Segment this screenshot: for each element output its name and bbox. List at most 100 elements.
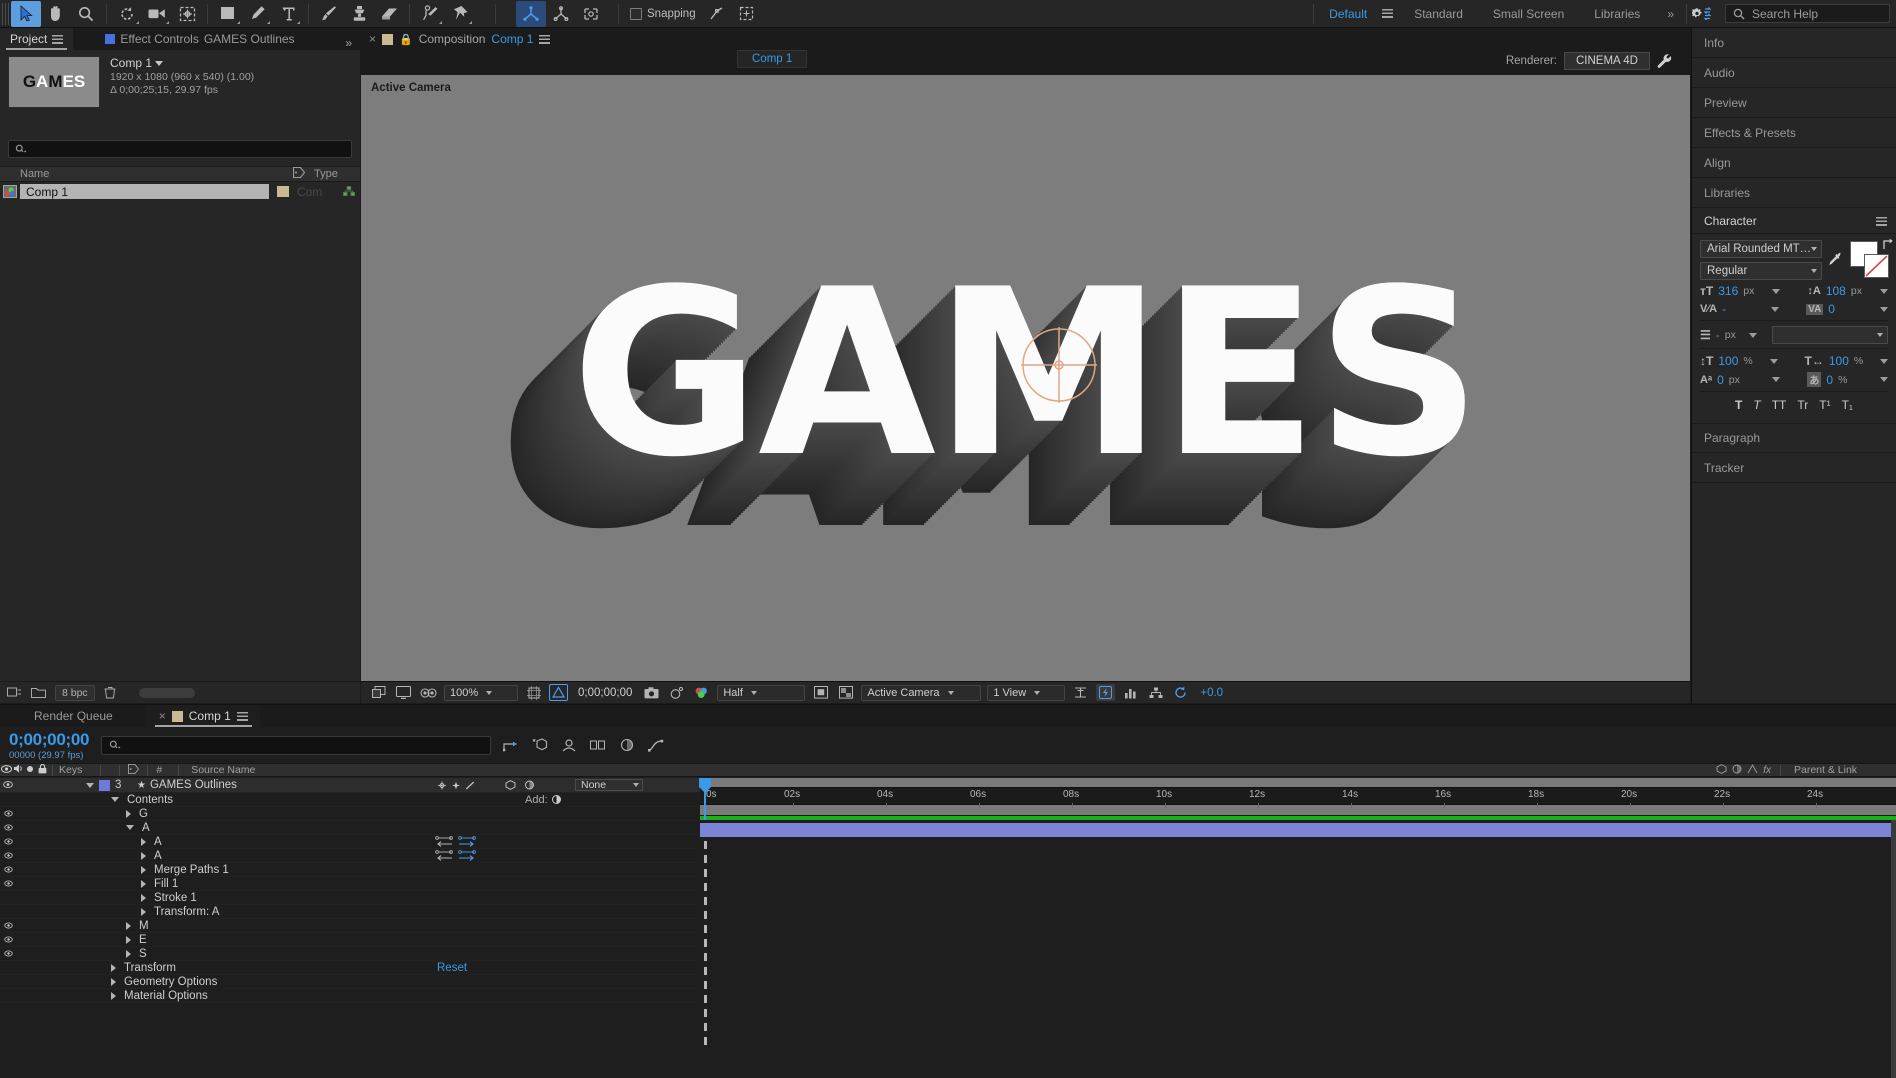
video-switch-icon[interactable]	[0, 780, 16, 790]
quality-switch-icon[interactable]	[465, 781, 475, 790]
path-disclosure-triangle[interactable]	[141, 837, 146, 846]
tsume-value[interactable]: 0	[1826, 373, 1833, 387]
panel-effects-presets[interactable]: Effects & Presets	[1692, 118, 1896, 148]
prop-disclosure-triangle[interactable]	[111, 991, 116, 1000]
layer-disclosure-triangle[interactable]	[86, 782, 94, 788]
choose-grid-guides-icon[interactable]	[524, 684, 543, 701]
column-index[interactable]: #	[152, 764, 166, 776]
faux-italic-button[interactable]: T	[1753, 398, 1760, 412]
renderer-value[interactable]: CINEMA 4D	[1564, 52, 1650, 70]
tracking-stepper-icon[interactable]	[1880, 306, 1888, 312]
layer-label-color[interactable]	[99, 779, 110, 791]
workspace-menu-icon[interactable]	[1382, 9, 1394, 18]
prop-disclosure-triangle[interactable]	[111, 977, 116, 986]
prop-video-switch-icon[interactable]	[0, 865, 16, 875]
timeline-panel-menu-icon[interactable]	[236, 711, 248, 721]
project-panel-menu-icon[interactable]	[52, 34, 64, 44]
composition-viewer[interactable]: Active Camera GAMES GAMES	[361, 75, 1690, 687]
leading-stepper-icon[interactable]	[1879, 288, 1888, 294]
group-disclosure-triangle[interactable]	[126, 949, 131, 958]
panel-info[interactable]: Info	[1692, 28, 1896, 58]
superscript-button[interactable]: T¹	[1819, 398, 1830, 412]
pixel-aspect-correction-icon[interactable]	[1071, 684, 1090, 701]
timeline-vertical-scrollbar[interactable]	[1891, 820, 1896, 1078]
composition-mini-flowchart-icon[interactable]	[503, 739, 519, 752]
group-disclosure-triangle[interactable]	[126, 935, 131, 944]
pen-tool[interactable]	[243, 1, 273, 27]
channel-select-icon[interactable]	[692, 684, 711, 701]
work-area-bar-bottom[interactable]	[700, 804, 1896, 815]
toggle-mask-paths-icon[interactable]	[549, 684, 568, 701]
prop-disclosure-triangle[interactable]	[141, 893, 146, 902]
clone-stamp-tool[interactable]	[344, 1, 374, 27]
project-tabs-overflow-icon[interactable]: »	[345, 36, 352, 50]
all-caps-button[interactable]: TT	[1772, 398, 1787, 412]
delete-icon[interactable]	[104, 686, 116, 699]
timeline-group-row-m[interactable]: M	[0, 919, 700, 933]
font-family-select[interactable]: Arial Rounded MT…	[1700, 240, 1823, 258]
toolbar-grip[interactable]	[2, 2, 11, 25]
unified-camera-tool[interactable]	[516, 0, 546, 27]
close-icon[interactable]: ×	[369, 32, 376, 46]
eraser-tool[interactable]	[374, 1, 404, 27]
timeline-path-row-a-2[interactable]: A	[0, 849, 700, 863]
parent-and-link-select[interactable]: None	[575, 779, 643, 791]
snapping-options-icon[interactable]	[732, 1, 762, 27]
tracking-value[interactable]: 0	[1828, 302, 1835, 316]
add-shape-control[interactable]: Add:	[525, 794, 561, 806]
motion-blur-switch-icon[interactable]	[524, 780, 535, 790]
group-disclosure-triangle[interactable]	[126, 809, 131, 818]
subscript-button[interactable]: T₁	[1842, 398, 1853, 412]
brush-tool[interactable]	[314, 1, 344, 27]
comp-flowchart-icon[interactable]	[1146, 684, 1165, 701]
panel-paragraph[interactable]: Paragraph	[1692, 423, 1896, 453]
panel-audio[interactable]: Audio	[1692, 58, 1896, 88]
layer-duration-bar[interactable]	[700, 823, 1896, 837]
composition-panel-menu-icon[interactable]	[539, 34, 551, 44]
faux-bold-button[interactable]: T	[1735, 398, 1742, 412]
stroke-width-value[interactable]: -	[1716, 328, 1720, 342]
resolution-select[interactable]: Half	[717, 684, 806, 701]
tab-project[interactable]: Project	[0, 28, 74, 50]
lock-icon[interactable]: 🔒	[399, 33, 413, 46]
region-of-interest-button-icon[interactable]	[811, 684, 830, 701]
project-list-item[interactable]: Comp 1 Com	[0, 183, 360, 200]
kerning-stepper-icon[interactable]	[1771, 306, 1780, 312]
baseline-shift-stepper-icon[interactable]	[1772, 377, 1781, 382]
enable-motion-blur-icon[interactable]	[619, 738, 635, 752]
tab-effect-controls[interactable]: Effect Controls GAMES Outlines	[95, 28, 304, 50]
group-disclosure-triangle[interactable]	[126, 825, 134, 830]
tab-render-queue[interactable]: Render Queue	[22, 705, 125, 727]
path-video-switch-icon[interactable]	[0, 851, 16, 861]
pan-behind-tool[interactable]	[172, 1, 202, 27]
path-video-switch-icon[interactable]	[0, 837, 16, 847]
interpret-footage-icon[interactable]	[7, 686, 22, 699]
anchor-point-icon[interactable]	[1021, 327, 1097, 403]
project-list-item-label-color[interactable]	[277, 186, 289, 197]
stroke-style-select[interactable]	[1771, 326, 1888, 344]
timeline-prop-row-material-options[interactable]: Material Options	[0, 989, 700, 1003]
column-keys[interactable]: Keys	[57, 764, 82, 776]
current-timecode[interactable]: 0;00;00;00	[0, 730, 89, 750]
roto-brush-tool[interactable]	[415, 1, 445, 27]
timeline-ruler[interactable]: 0s 02s 04s 06s 08s 10s 12s 14s 16s 18s 2…	[700, 778, 1896, 816]
timeline-prop-row-merge-paths[interactable]: Merge Paths 1	[0, 863, 700, 877]
font-size-stepper-icon[interactable]	[1772, 288, 1781, 294]
timeline-group-row-g[interactable]: G	[0, 807, 700, 821]
snapping-checkbox[interactable]	[630, 7, 642, 20]
close-icon[interactable]: ×	[159, 709, 166, 723]
font-size-value[interactable]: 316	[1718, 284, 1738, 298]
column-source-name[interactable]: Source Name	[183, 764, 255, 776]
stroke-width-stepper-icon[interactable]	[1748, 332, 1757, 338]
workspace-small-screen[interactable]: Small Screen	[1478, 7, 1579, 21]
view-layout-select[interactable]: 1 View	[987, 684, 1066, 701]
rotation-tool[interactable]	[112, 1, 142, 27]
swap-colors-icon[interactable]	[1881, 238, 1894, 251]
small-caps-button[interactable]: Tr	[1797, 398, 1808, 412]
panel-preview[interactable]: Preview	[1692, 88, 1896, 118]
timeline-property-row-contents[interactable]: Contents Add:	[0, 793, 700, 807]
orbit-tool[interactable]	[546, 1, 576, 27]
prop-disclosure-triangle[interactable]	[111, 963, 116, 972]
graph-editor-icon[interactable]	[648, 738, 664, 752]
reset-exposure-icon[interactable]	[1171, 684, 1190, 701]
